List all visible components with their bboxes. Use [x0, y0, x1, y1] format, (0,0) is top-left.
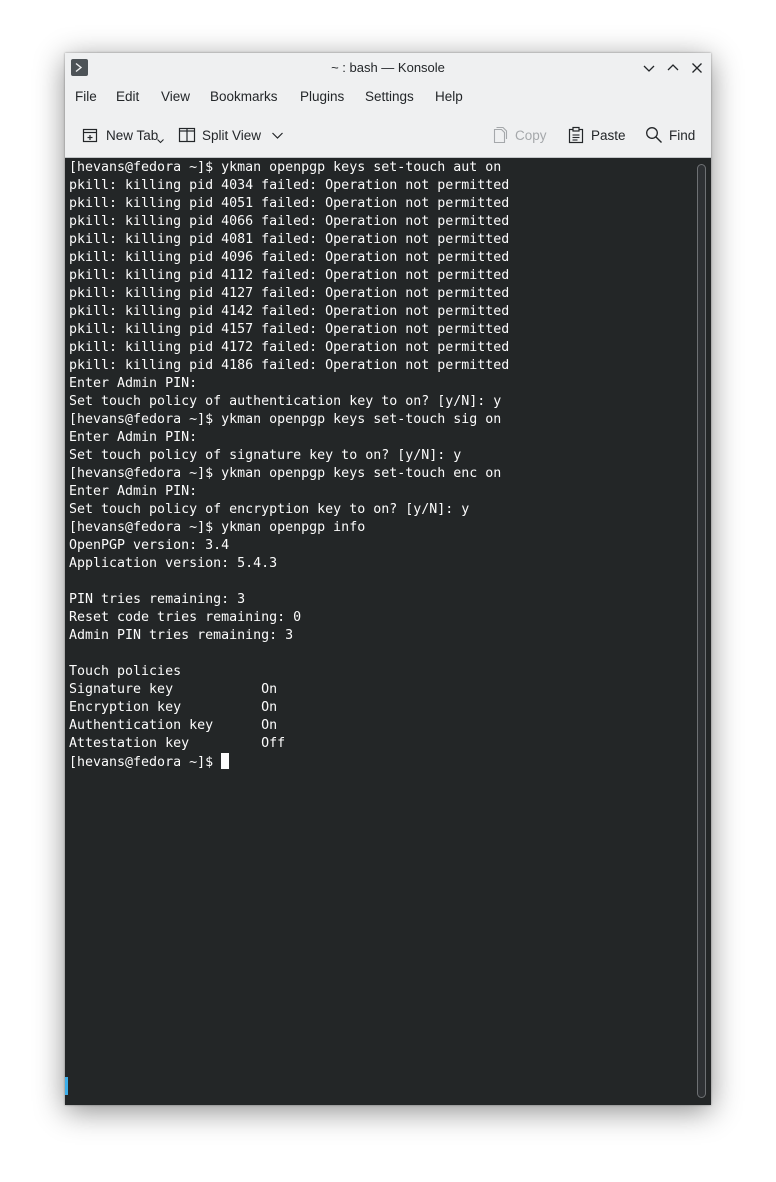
find-label: Find — [669, 127, 696, 143]
terminal-prompt: [hevans@fedora ~]$ — [69, 755, 222, 770]
menu-file[interactable]: File — [75, 89, 97, 104]
terminal-line: Signature key On — [69, 682, 278, 697]
terminal-line: Enter Admin PIN: — [69, 430, 198, 445]
new-tab-label: New Tab — [106, 127, 159, 143]
split-view-button[interactable]: Split View — [178, 125, 283, 145]
chevron-up-icon — [667, 64, 679, 71]
split-view-label: Split View — [202, 127, 262, 143]
terminal-line: [hevans@fedora ~]$ ykman openpgp keys se… — [69, 412, 502, 427]
terminal-line: Set touch policy of authentication key t… — [69, 394, 502, 409]
menu-edit[interactable]: Edit — [116, 89, 139, 104]
terminal-line: OpenPGP version: 3.4 — [69, 538, 230, 553]
terminal-line: Application version: 5.4.3 — [69, 556, 278, 571]
terminal-line: pkill: killing pid 4066 failed: Operatio… — [69, 214, 510, 229]
terminal-line: Encryption key On — [69, 700, 278, 715]
minimize-button[interactable] — [639, 58, 659, 78]
terminal-line: Authentication key On — [69, 718, 278, 733]
menu-plugins[interactable]: Plugins — [300, 89, 344, 104]
paste-icon — [567, 126, 585, 144]
copy-icon — [491, 126, 509, 144]
chevron-down-icon — [643, 65, 655, 72]
paste-button[interactable]: Paste — [567, 125, 626, 145]
scrollbar[interactable] — [693, 158, 711, 1105]
split-view-icon — [178, 126, 196, 144]
find-button[interactable]: Find — [645, 125, 695, 145]
terminal-view[interactable]: [hevans@fedora ~]$ ykman openpgp keys se… — [65, 158, 693, 1105]
close-button[interactable] — [687, 58, 707, 78]
menu-bar: File Edit View Bookmarks Plugins Setting… — [65, 83, 711, 111]
window-title: ~ : bash — Konsole — [331, 60, 445, 75]
chevron-down-icon — [272, 132, 283, 139]
terminal-line: pkill: killing pid 4096 failed: Operatio… — [69, 250, 510, 265]
new-tab-button[interactable]: New Tab — [82, 125, 164, 145]
focus-indicator — [65, 1077, 68, 1095]
menu-settings[interactable]: Settings — [365, 89, 414, 104]
terminal-prompt-line: [hevans@fedora ~]$ — [69, 753, 509, 771]
terminal-line: Set touch policy of encryption key to on… — [69, 502, 470, 517]
terminal-line: [hevans@fedora ~]$ ykman openpgp keys se… — [69, 160, 502, 175]
terminal-line: pkill: killing pid 4034 failed: Operatio… — [69, 178, 510, 193]
close-icon — [692, 63, 702, 73]
konsole-window: ~ : bash — Konsole File Edit View Bookma… — [65, 53, 711, 1105]
title-bar[interactable]: ~ : bash — Konsole — [65, 53, 711, 83]
terminal-line: pkill: killing pid 4142 failed: Operatio… — [69, 304, 510, 319]
paste-label: Paste — [591, 127, 626, 143]
terminal-line: Set touch policy of signature key to on?… — [69, 448, 462, 463]
terminal-line: Attestation key Off — [69, 736, 286, 751]
terminal-line: pkill: killing pid 4051 failed: Operatio… — [69, 196, 510, 211]
chevron-down-icon — [157, 139, 164, 144]
terminal-line: PIN tries remaining: 3 — [69, 592, 246, 607]
copy-label: Copy — [515, 127, 547, 143]
terminal-line: [hevans@fedora ~]$ ykman openpgp keys se… — [69, 466, 502, 481]
terminal-line: pkill: killing pid 4127 failed: Operatio… — [69, 286, 510, 301]
terminal-line: pkill: killing pid 4081 failed: Operatio… — [69, 232, 510, 247]
terminal-output: [hevans@fedora ~]$ ykman openpgp keys se… — [69, 159, 509, 771]
terminal-line: Touch policies — [69, 664, 182, 679]
terminal-line: pkill: killing pid 4172 failed: Operatio… — [69, 340, 510, 355]
toolbar: New Tab Split View Copy Paste Find — [65, 111, 711, 158]
copy-button[interactable]: Copy — [491, 125, 547, 145]
terminal-line: pkill: killing pid 4157 failed: Operatio… — [69, 322, 510, 337]
scrollbar-thumb[interactable] — [697, 164, 706, 1098]
terminal-line: [hevans@fedora ~]$ ykman openpgp info — [69, 520, 366, 535]
terminal-line: pkill: killing pid 4112 failed: Operatio… — [69, 268, 510, 283]
terminal-line: Admin PIN tries remaining: 3 — [69, 628, 294, 643]
menu-help[interactable]: Help — [435, 89, 463, 104]
search-icon — [645, 126, 663, 144]
terminal-cursor — [221, 753, 230, 769]
terminal-line: Enter Admin PIN: — [69, 376, 198, 391]
menu-bookmarks[interactable]: Bookmarks — [210, 89, 278, 104]
maximize-button[interactable] — [663, 58, 683, 78]
terminal-line: Reset code tries remaining: 0 — [69, 610, 302, 625]
terminal-line: Enter Admin PIN: — [69, 484, 198, 499]
new-tab-icon — [82, 126, 100, 144]
menu-view[interactable]: View — [161, 89, 190, 104]
terminal-line: pkill: killing pid 4186 failed: Operatio… — [69, 358, 510, 373]
